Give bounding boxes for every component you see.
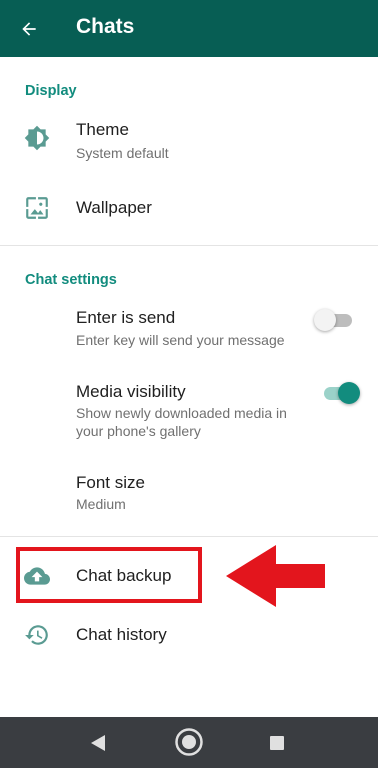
- page-title: Chats: [76, 15, 135, 38]
- wallpaper-title: Wallpaper: [76, 198, 152, 217]
- toggle-thumb: [314, 309, 336, 331]
- wallpaper-icon: [26, 197, 48, 219]
- font-size-subtitle: Medium: [76, 496, 126, 512]
- enter-is-send-toggle[interactable]: [314, 309, 356, 331]
- font-size-title: Font size: [76, 473, 145, 492]
- media-visibility-title: Media visibility: [76, 382, 186, 401]
- section-header-display: Display: [25, 83, 77, 99]
- media-visibility-setting[interactable]: Media visibility Show newly downloaded m…: [0, 374, 378, 444]
- back-button[interactable]: [14, 14, 44, 44]
- triangle-back-icon[interactable]: [90, 734, 106, 752]
- section-divider: [0, 536, 378, 537]
- theme-setting[interactable]: Theme System default: [0, 112, 378, 168]
- theme-title: Theme: [76, 120, 129, 139]
- red-arrow-icon: [226, 545, 325, 607]
- arrow-left-icon: [22, 22, 36, 36]
- section-header-chat-settings: Chat settings: [25, 272, 117, 288]
- chat-history-title: Chat history: [76, 625, 167, 644]
- square-recents-icon[interactable]: [269, 735, 285, 751]
- brightness-icon: [24, 125, 50, 151]
- system-navigation-bar: [0, 717, 378, 768]
- media-visibility-subtitle-line2: your phone's gallery: [76, 423, 201, 439]
- history-icon: [25, 625, 48, 645]
- media-visibility-subtitle-line1: Show newly downloaded media in: [76, 405, 287, 421]
- circle-home-icon[interactable]: [174, 727, 204, 757]
- enter-is-send-subtitle: Enter key will send your message: [76, 332, 285, 348]
- chat-history-setting[interactable]: Chat history: [0, 613, 378, 657]
- toggle-thumb: [338, 382, 360, 404]
- section-divider: [0, 245, 378, 246]
- enter-is-send-setting[interactable]: Enter is send Enter key will send your m…: [0, 300, 378, 356]
- font-size-setting[interactable]: Font size Medium: [0, 465, 378, 519]
- enter-is-send-title: Enter is send: [76, 308, 176, 327]
- wallpaper-setting[interactable]: Wallpaper: [0, 184, 378, 232]
- app-bar: Chats: [0, 0, 378, 57]
- media-visibility-toggle[interactable]: [320, 382, 360, 404]
- theme-subtitle: System default: [76, 145, 169, 161]
- highlight-box: [16, 547, 202, 603]
